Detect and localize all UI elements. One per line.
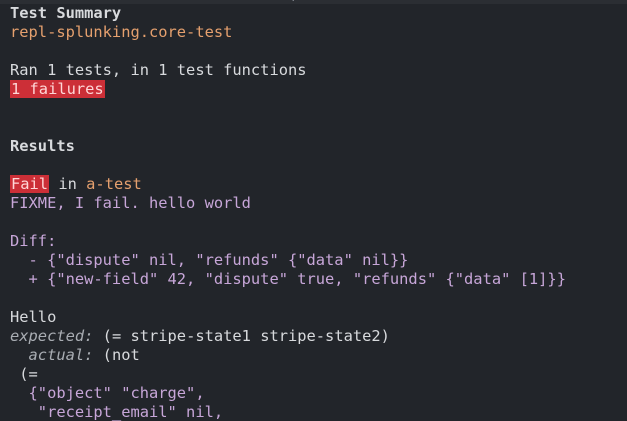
- test-namespace: repl-splunking.core-test: [10, 23, 233, 41]
- failure-message: FIXME, I fail. hello world: [10, 194, 251, 212]
- actual-line: actual: (not: [10, 346, 627, 365]
- actual-label: actual:: [10, 346, 94, 364]
- diff-label: Diff:: [10, 232, 57, 250]
- fail-label: Fail: [10, 175, 50, 193]
- test-name-link[interactable]: a-test: [86, 175, 142, 193]
- report-content: Test Summary repl-splunking.core-test Ra…: [10, 4, 627, 421]
- failures-line: 1 failures: [10, 80, 627, 99]
- results-heading: Results: [10, 137, 75, 155]
- expected-value: (= stripe-state1 stripe-state2): [93, 327, 390, 345]
- fail-entry[interactable]: Fail in a-test: [10, 175, 627, 194]
- test-summary-heading: Test Summary: [10, 4, 122, 22]
- actual-value: (not: [93, 346, 140, 364]
- diff-minus-line: - {"dispute" nil, "refunds" {"data" nil}…: [10, 251, 409, 269]
- hello-line: Hello: [10, 308, 57, 326]
- test-report-buffer: , Test Summary repl-splunking.core-test …: [0, 0, 627, 421]
- actual-line-3: {"object" "charge",: [10, 384, 205, 402]
- in-word: in: [49, 175, 87, 193]
- ran-tests-line: Ran 1 tests, in 1 test functions: [10, 61, 307, 79]
- diff-plus-line: + {"new-field" 42, "dispute" true, "refu…: [10, 270, 566, 288]
- expected-label: expected:: [10, 327, 94, 345]
- expected-line: expected: (= stripe-state1 stripe-state2…: [10, 327, 627, 346]
- failures-badge: 1 failures: [10, 80, 105, 98]
- actual-line-2: (=: [10, 365, 38, 383]
- actual-line-4: "receipt_email" nil,: [10, 403, 224, 421]
